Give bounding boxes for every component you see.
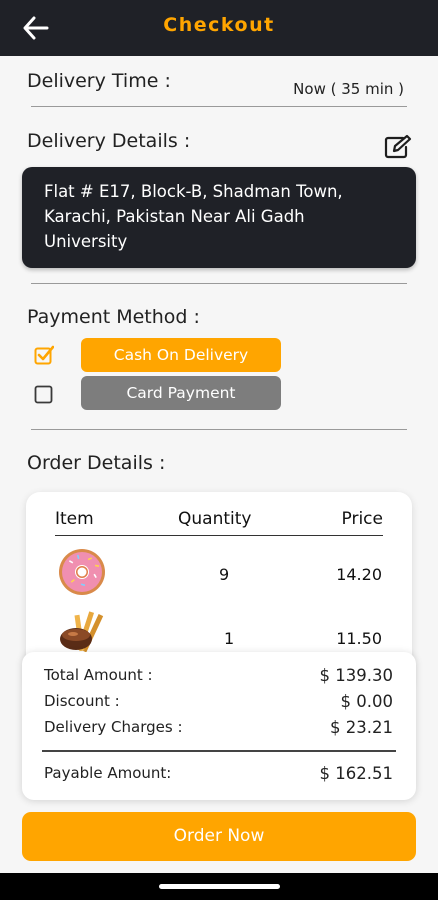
delivery-time-label: Delivery Time : (27, 70, 171, 92)
payable-amount-value: $ 162.51 (319, 764, 393, 783)
app-header: Checkout (0, 0, 438, 56)
address-line: Flat # E17, Block-B, Shadman Town, (44, 182, 343, 201)
table-header-divider (55, 535, 383, 536)
card-payment-button[interactable]: Card Payment (81, 376, 281, 410)
row-quantity: 9 (219, 565, 230, 584)
donut-icon (59, 549, 105, 595)
discount-value: $ 0.00 (340, 692, 393, 711)
delivery-charges-value: $ 23.21 (330, 718, 393, 737)
cash-checkbox[interactable] (34, 345, 54, 365)
payment-method-label: Payment Method : (27, 306, 200, 328)
edit-icon[interactable] (383, 134, 413, 160)
payable-amount-label: Payable Amount: (44, 764, 172, 782)
system-navigation-bar (0, 873, 438, 900)
address-line: Karachi, Pakistan Near Ali Gadh (44, 207, 305, 226)
card-checkbox[interactable] (34, 385, 54, 405)
row-price: 14.20 (336, 565, 382, 584)
divider (31, 106, 407, 107)
column-header-quantity: Quantity (178, 509, 252, 529)
cash-on-delivery-button[interactable]: Cash On Delivery (81, 338, 281, 372)
total-amount-value: $ 139.30 (319, 666, 393, 685)
column-header-price: Price (341, 509, 383, 529)
address-line: University (44, 232, 128, 251)
delivery-time-value[interactable]: Now ( 35 min ) (293, 80, 404, 98)
summary-divider (42, 750, 396, 752)
order-details-label: Order Details : (27, 452, 166, 474)
delivery-address-card[interactable]: Flat # E17, Block-B, Shadman Town, Karac… (22, 167, 416, 268)
total-amount-label: Total Amount : (44, 666, 153, 684)
row-quantity: 1 (224, 629, 235, 648)
order-now-button[interactable]: Order Now (22, 812, 416, 861)
home-indicator[interactable] (159, 884, 280, 889)
delivery-details-label: Delivery Details : (27, 130, 191, 152)
discount-label: Discount : (44, 692, 120, 710)
row-price: 11.50 (336, 629, 382, 648)
divider (31, 429, 407, 430)
delivery-charges-label: Delivery Charges : (44, 718, 183, 736)
column-header-item: Item (55, 509, 94, 529)
page-title: Checkout (163, 14, 275, 36)
fries-icon (60, 611, 104, 653)
order-summary-card: Total Amount : $ 139.30 Discount : $ 0.0… (22, 652, 416, 800)
divider (31, 283, 407, 284)
